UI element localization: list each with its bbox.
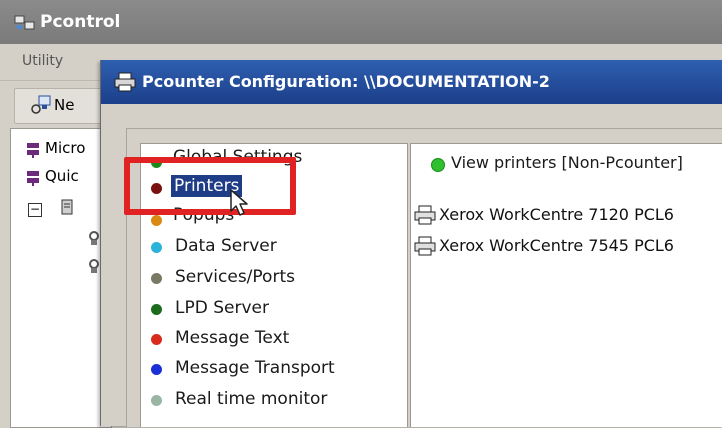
status-dot-icon [151, 273, 162, 284]
nav-item-real-time-monitor[interactable]: Real time monitor [175, 389, 327, 409]
printer-item[interactable]: Xerox WorkCentre 7120 PCL6 [439, 205, 674, 224]
pcontrol-title: Pcontrol [40, 12, 121, 32]
printer-node-icon [89, 259, 99, 273]
network-icon [27, 171, 39, 186]
status-dot-icon [151, 215, 162, 226]
tree-item-microsoft[interactable]: Micro [45, 139, 85, 157]
printer-icon [114, 72, 136, 92]
pcontrol-app-icon [14, 15, 35, 30]
printer-list-panel [410, 143, 722, 427]
nav-item-lpd-server[interactable]: LPD Server [175, 298, 269, 318]
printer-icon [414, 236, 436, 256]
network-icon [27, 143, 39, 158]
printer-item[interactable]: Xerox WorkCentre 7545 PCL6 [439, 236, 674, 255]
nav-item-message-text[interactable]: Message Text [175, 328, 289, 348]
highlight-annotation-box [124, 157, 296, 215]
status-dot-icon [151, 304, 162, 315]
server-icon [61, 199, 73, 215]
printer-icon [414, 205, 436, 225]
dialog-title: Pcounter Configuration: \\DOCUMENTATION-… [142, 72, 550, 91]
tree-collapse-toggle[interactable]: − [28, 203, 42, 217]
tree-item-quick[interactable]: Quic [45, 167, 79, 185]
new-connection-icon [31, 95, 51, 114]
status-dot-icon [151, 395, 162, 406]
status-dot-icon [151, 364, 162, 375]
nav-item-data-server[interactable]: Data Server [175, 236, 277, 256]
new-button-label: Ne [54, 96, 75, 114]
view-printers-option[interactable]: View printers [Non-Pcounter] [451, 153, 683, 172]
status-dot-icon [151, 242, 162, 253]
radio-selected-icon[interactable] [431, 158, 445, 172]
printer-node-icon [89, 231, 99, 245]
nav-item-message-transport[interactable]: Message Transport [175, 358, 335, 378]
nav-item-services-ports[interactable]: Services/Ports [175, 267, 295, 287]
menu-utility[interactable]: Utility [22, 53, 63, 69]
status-dot-icon [151, 334, 162, 345]
mouse-cursor-icon [230, 189, 248, 216]
